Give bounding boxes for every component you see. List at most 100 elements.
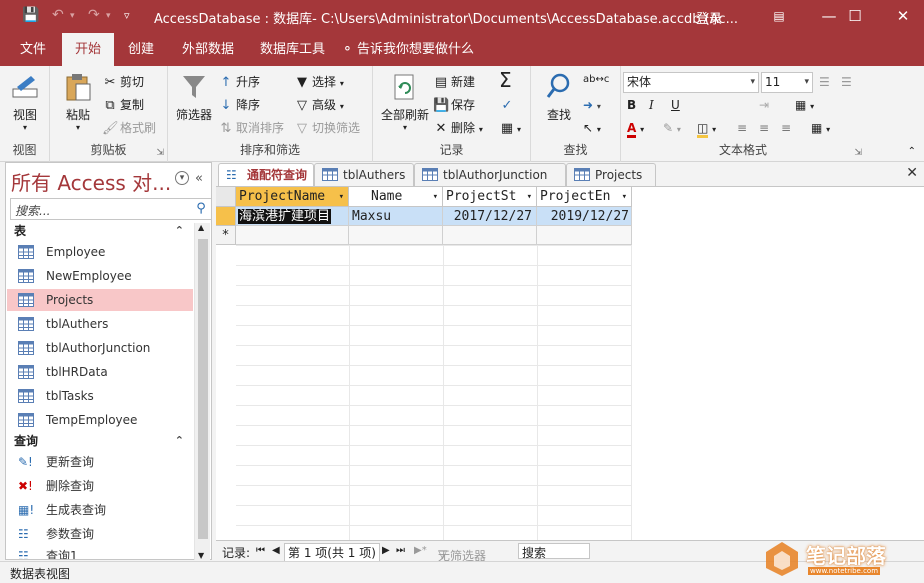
- doctab-tblauthers[interactable]: tblAuthers: [314, 163, 414, 186]
- tell-me-box[interactable]: ⚬ 告诉我你想要做什么: [338, 33, 484, 66]
- nav-scrollbar[interactable]: ▲ ▼: [194, 223, 210, 560]
- gridlines-button[interactable]: ▦ ▾: [795, 95, 814, 115]
- nav-scroll-thumb[interactable]: [198, 239, 208, 539]
- section-queries[interactable]: 查询 ⌃: [6, 431, 194, 451]
- font-color-button[interactable]: A ▾: [627, 118, 644, 138]
- record-position-input[interactable]: 第 1 项(共 1 项): [284, 543, 380, 562]
- column-dropdown-icon[interactable]: ▾: [433, 187, 438, 206]
- table-cell-projectname[interactable]: 海滨港扩建项目: [236, 207, 349, 226]
- filter-button[interactable]: 筛选器: [172, 72, 216, 123]
- align-right-icon[interactable]: ≡: [781, 118, 791, 138]
- new-record-button[interactable]: ▤ 新建: [433, 72, 475, 92]
- find-button[interactable]: 查找: [537, 72, 581, 123]
- paste-button[interactable]: 粘贴 ▾: [56, 72, 100, 132]
- new-record-selector[interactable]: *: [216, 226, 236, 245]
- collapse-ribbon-icon[interactable]: ⌃: [908, 146, 916, 157]
- list-bullets-icon[interactable]: ☰: [819, 72, 830, 92]
- italic-button[interactable]: I: [649, 95, 654, 115]
- nav-item-tblhrdata[interactable]: tblHRData: [7, 361, 193, 383]
- save-record-button[interactable]: 💾 保存: [433, 95, 475, 115]
- scroll-up-icon[interactable]: ▲: [198, 223, 204, 232]
- column-header-name[interactable]: Name ▾: [349, 187, 443, 207]
- table-cell-name[interactable]: Maxsu: [349, 207, 443, 226]
- nav-item-query1[interactable]: ☷ 查询1: [7, 545, 193, 559]
- collapse-nav-icon[interactable]: «: [195, 171, 203, 186]
- doctab-projects[interactable]: Projects: [566, 163, 656, 186]
- font-size-select[interactable]: 11 ▾: [761, 72, 813, 93]
- redo-dropdown-icon[interactable]: ▾: [106, 11, 111, 21]
- new-row-cell[interactable]: [537, 226, 632, 245]
- nav-item-tblauthers[interactable]: tblAuthers: [7, 313, 193, 335]
- format-painter-button[interactable]: 🖌格式刷: [102, 118, 156, 138]
- goto-button[interactable]: ➜ ▾: [583, 95, 601, 115]
- advanced-button[interactable]: ▽ 高级 ▾: [294, 95, 344, 115]
- nav-title[interactable]: 所有 Access 对...: [11, 167, 171, 196]
- column-header-projectstart[interactable]: ProjectSt ▾: [443, 187, 537, 207]
- nav-item-projects[interactable]: Projects: [7, 289, 193, 311]
- close-document-icon[interactable]: ✕: [906, 165, 918, 181]
- remove-sort-button[interactable]: ⇅ 取消排序: [218, 118, 284, 138]
- view-button[interactable]: 视图 ▾: [3, 72, 47, 132]
- nav-menu-icon[interactable]: ▾: [175, 171, 189, 185]
- fill-color-button[interactable]: ◫ ▾: [697, 118, 716, 138]
- ribbon-display-icon[interactable]: ▤: [756, 4, 802, 28]
- replace-button[interactable]: ab↔c: [583, 70, 609, 90]
- next-record-icon[interactable]: ▶: [382, 545, 390, 556]
- highlight-button[interactable]: ✎ ▾: [663, 118, 681, 138]
- clipboard-launcher-icon[interactable]: ⇲: [156, 148, 164, 158]
- undo-dropdown-icon[interactable]: ▾: [70, 11, 75, 21]
- copy-button[interactable]: ⧉ 复制: [102, 95, 144, 115]
- table-cell-projectstart[interactable]: 2017/12/27: [443, 207, 537, 226]
- search-icon[interactable]: ⚲: [191, 199, 211, 219]
- indent-icon[interactable]: ⇥: [759, 95, 769, 115]
- column-dropdown-icon[interactable]: ▾: [527, 187, 532, 206]
- toggle-filter-button[interactable]: ▽ 切换筛选: [294, 118, 360, 138]
- close-button[interactable]: ✕: [880, 4, 924, 28]
- column-dropdown-icon[interactable]: ▾: [622, 187, 627, 206]
- column-header-projectname[interactable]: ProjectName ▾: [236, 187, 349, 207]
- tab-file[interactable]: 文件: [10, 33, 56, 66]
- delete-record-button[interactable]: ✕ 删除 ▾: [433, 118, 483, 138]
- totals-button[interactable]: Σ: [499, 70, 512, 90]
- save-icon[interactable]: 💾: [22, 7, 39, 23]
- bold-button[interactable]: B: [627, 95, 636, 115]
- column-header-projectend[interactable]: ProjectEn ▾: [537, 187, 632, 207]
- redo-icon[interactable]: ↷: [88, 7, 100, 23]
- nav-item-tempemployee[interactable]: TempEmployee: [7, 409, 193, 431]
- nav-item-parameter-query[interactable]: ☷ 参数查询: [7, 523, 193, 545]
- new-row-cell[interactable]: [443, 226, 537, 245]
- select-button[interactable]: ↖ ▾: [583, 118, 601, 138]
- cut-button[interactable]: ✂ 剪切: [102, 72, 144, 92]
- new-row-cell[interactable]: [349, 226, 443, 245]
- last-record-icon[interactable]: ⏭: [396, 545, 405, 556]
- alt-row-color-button[interactable]: ▦ ▾: [811, 118, 830, 138]
- nav-item-make-table-query[interactable]: ▦! 生成表查询: [7, 499, 193, 521]
- new-row-cell[interactable]: [236, 226, 349, 245]
- underline-button[interactable]: U: [671, 95, 680, 115]
- font-name-select[interactable]: 宋体 ▾: [623, 72, 759, 93]
- tab-home[interactable]: 开始: [62, 33, 114, 66]
- ascending-button[interactable]: ↑ 升序: [218, 72, 260, 92]
- select-all-corner[interactable]: [216, 187, 236, 207]
- descending-button[interactable]: ↓ 降序: [218, 95, 260, 115]
- new-blank-record-icon[interactable]: ▶*: [414, 545, 427, 556]
- selection-button[interactable]: ▼ 选择 ▾: [294, 72, 344, 92]
- record-search-input[interactable]: 搜索: [518, 543, 590, 560]
- login-link[interactable]: 登录: [696, 8, 722, 27]
- doctab-wildcard-query[interactable]: ☷ 通配符查询: [218, 163, 314, 186]
- customize-toolbar-icon[interactable]: ▿: [124, 9, 130, 22]
- nav-item-delete-query[interactable]: ✖! 删除查询: [7, 475, 193, 497]
- first-record-icon[interactable]: ⏮: [256, 545, 265, 556]
- column-dropdown-icon[interactable]: ▾: [339, 187, 344, 206]
- maximize-button[interactable]: ☐: [832, 4, 878, 28]
- doctab-tblauthorjunction[interactable]: tblAuthorJunction: [414, 163, 566, 186]
- section-tables[interactable]: 表 ⌃: [6, 221, 194, 241]
- more-records-button[interactable]: ▦ ▾: [499, 118, 521, 138]
- undo-icon[interactable]: ↶: [52, 7, 64, 23]
- tab-external-data[interactable]: 外部数据: [172, 33, 244, 66]
- nav-item-employee[interactable]: Employee: [7, 241, 193, 263]
- tab-create[interactable]: 创建: [118, 33, 164, 66]
- table-cell-projectend[interactable]: 2019/12/27: [537, 207, 632, 226]
- list-numbers-icon[interactable]: ☰: [841, 72, 852, 92]
- text-format-launcher-icon[interactable]: ⇲: [854, 148, 862, 158]
